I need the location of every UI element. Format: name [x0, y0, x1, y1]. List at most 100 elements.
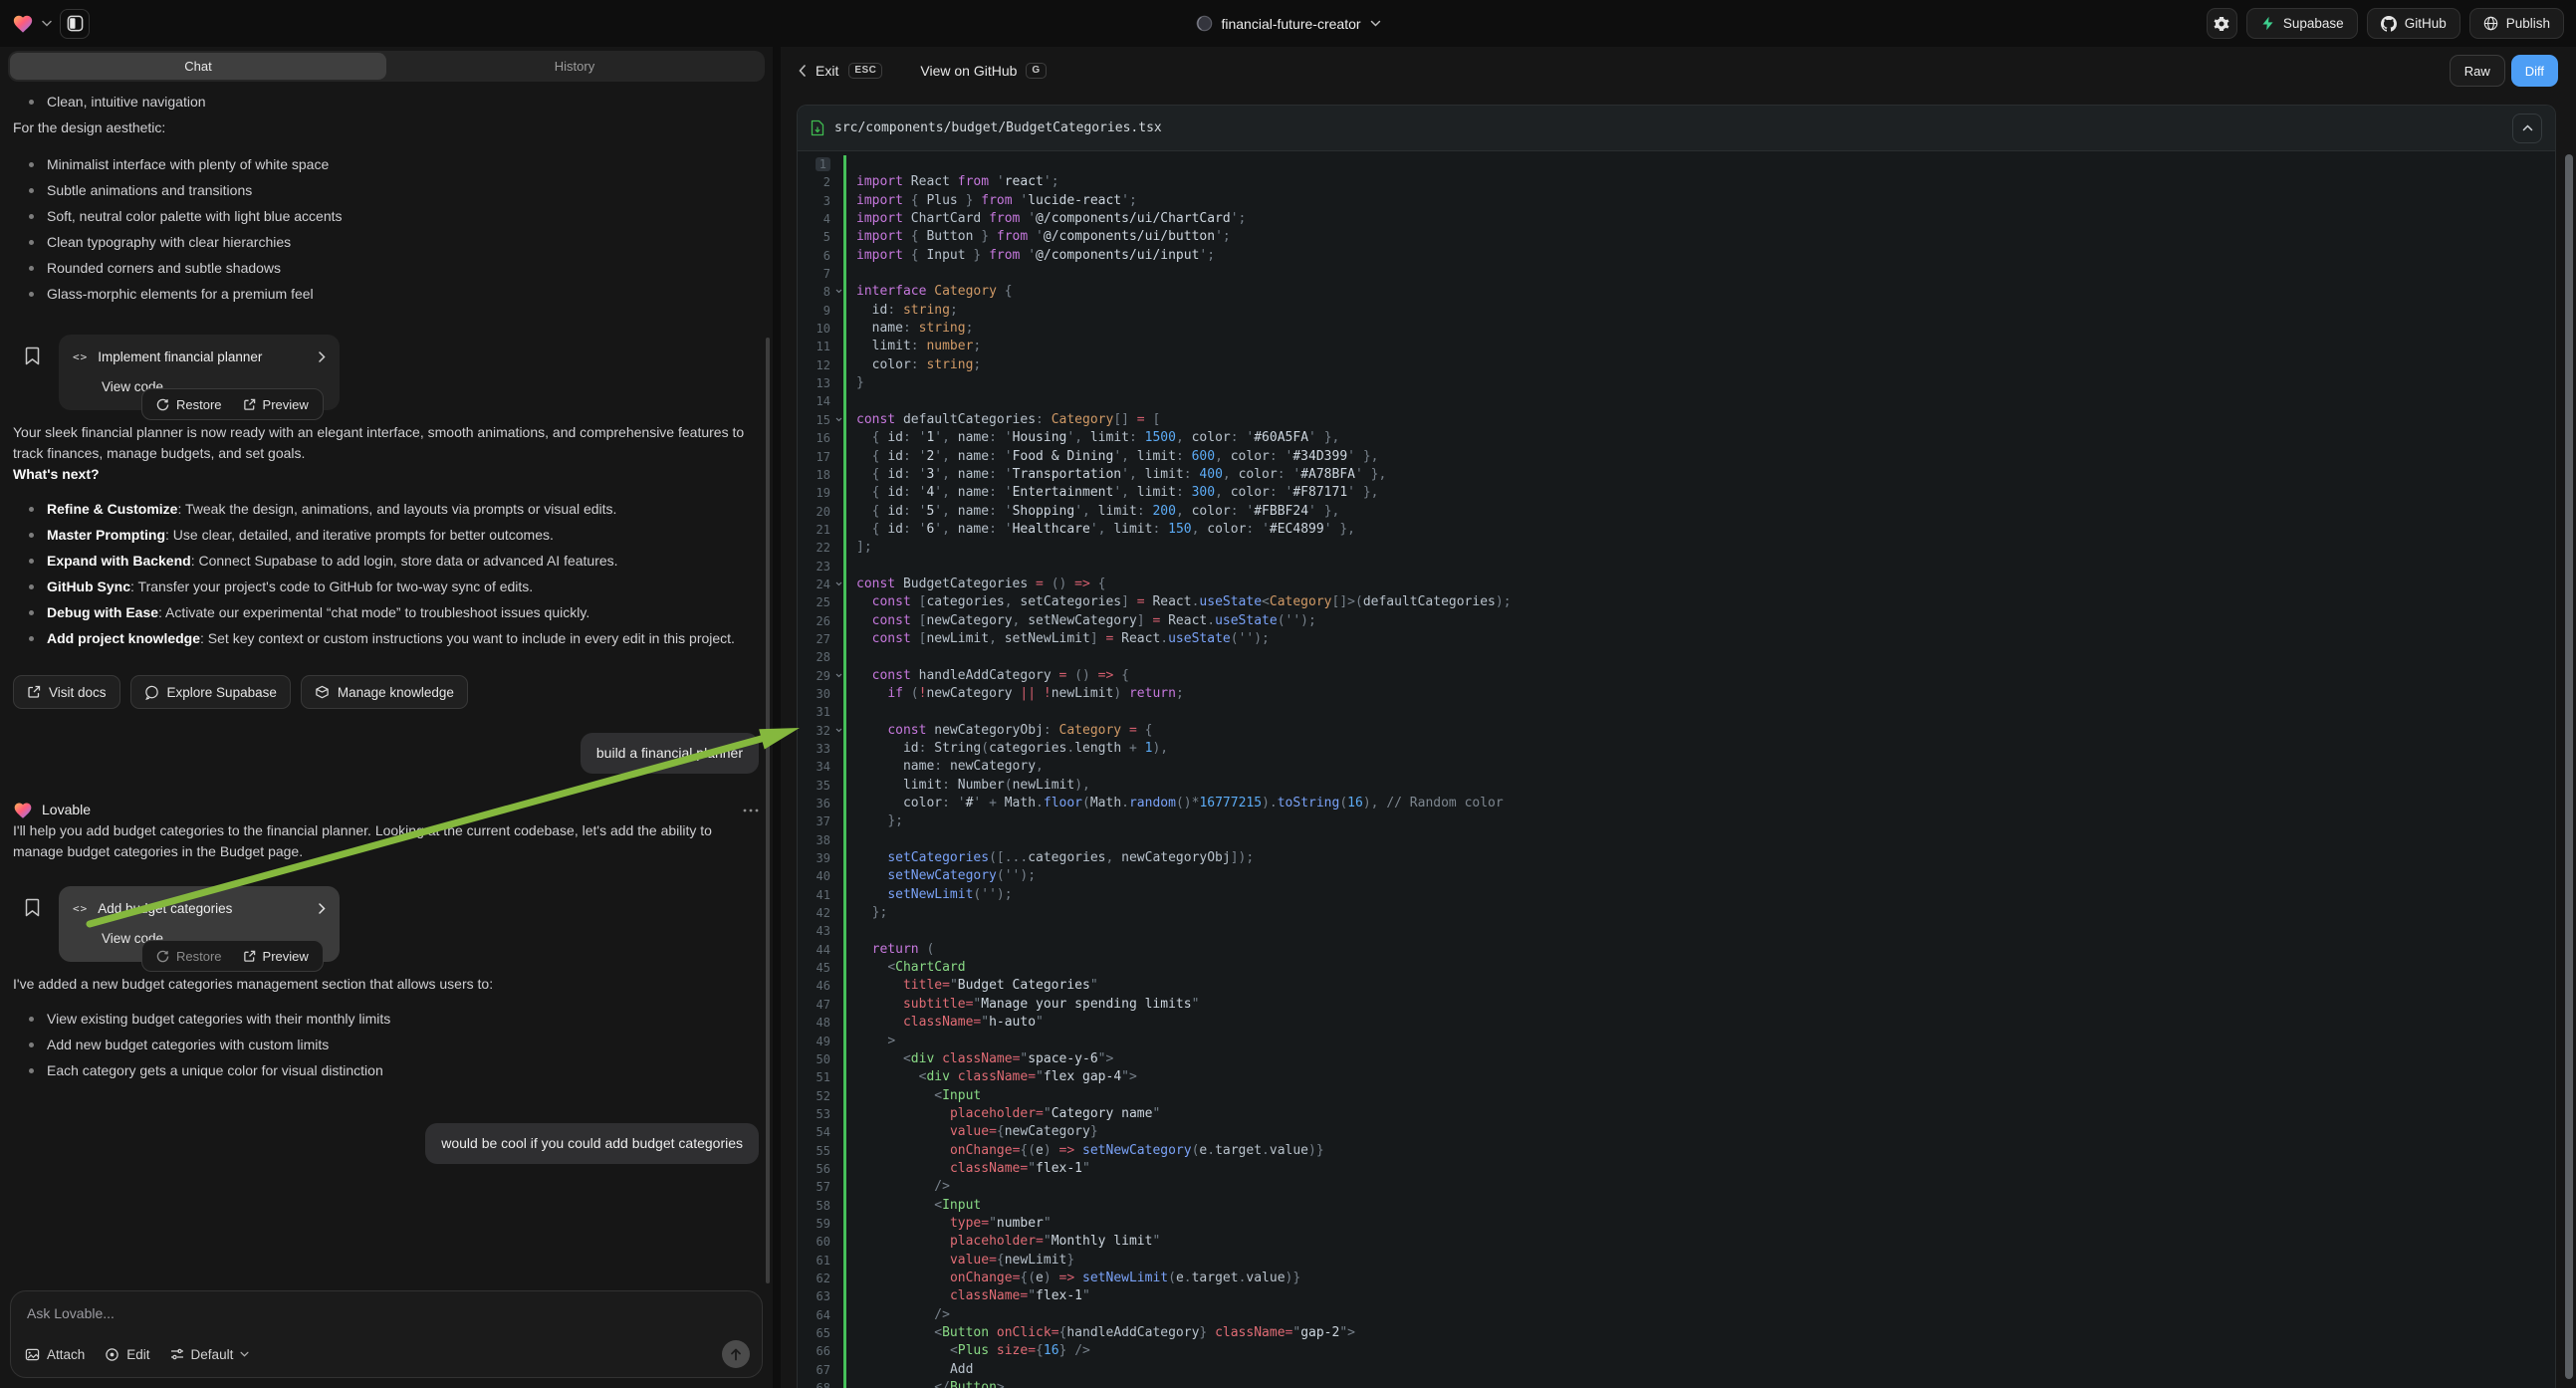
assistant-paragraph: I'll help you add budget categories to t…	[13, 820, 759, 862]
esc-shortcut-badge: ESC	[848, 63, 882, 79]
supabase-bolt-icon	[2260, 16, 2275, 31]
code-line: 27 const [newLimit, setNewLimit] = React…	[798, 630, 2555, 648]
diff-file-card: src/components/budget/BudgetCategories.t…	[797, 105, 2556, 1388]
code-panel-header: Exit ESC View on GitHub G Raw Diff	[781, 47, 2576, 95]
user-message: build a financial planner	[581, 733, 759, 774]
code-line: 49 >	[798, 1033, 2555, 1050]
sidebar-toggle-button[interactable]	[60, 9, 90, 39]
edit-button[interactable]: Edit	[105, 1347, 149, 1362]
github-button[interactable]: GitHub	[2367, 8, 2460, 39]
code-line: 2import React from 'react';	[798, 173, 2555, 191]
code-line: 52 <Input	[798, 1087, 2555, 1105]
list-item: Add project knowledge: Set key context o…	[13, 628, 759, 649]
assistant-name: Lovable	[42, 800, 91, 820]
code-line: 67 Add	[798, 1361, 2555, 1379]
code-line: 21 { id: '6', name: 'Healthcare', limit:…	[798, 521, 2555, 539]
sliders-icon	[170, 1347, 184, 1361]
next-steps-list: Refine & Customize: Tweak the design, an…	[13, 499, 759, 649]
explore-supabase-button[interactable]: Explore Supabase	[130, 675, 291, 709]
publish-button[interactable]: Publish	[2469, 8, 2564, 39]
gear-icon	[2214, 16, 2229, 32]
lovable-logo-icon[interactable]	[12, 13, 34, 35]
code-line: 46 title="Budget Categories"	[798, 977, 2555, 995]
bookmark-icon[interactable]	[25, 347, 40, 371]
code-icon: <>	[73, 898, 88, 919]
code-line: 18 { id: '3', name: 'Transportation', li…	[798, 466, 2555, 484]
exit-button[interactable]: Exit ESC	[799, 63, 882, 79]
code-line: 9 id: string;	[798, 302, 2555, 320]
github-icon	[2381, 16, 2397, 32]
code-line: 39 setCategories([...categories, newCate…	[798, 849, 2555, 867]
assistant-paragraph: I've added a new budget categories manag…	[13, 974, 759, 995]
code-line: 22];	[798, 539, 2555, 557]
code-line: 19 { id: '4', name: 'Entertainment', lim…	[798, 484, 2555, 502]
list-item: Glass-morphic elements for a premium fee…	[13, 284, 759, 305]
code-line: 41 setNewLimit('');	[798, 886, 2555, 904]
code-line: 30 if (!newCategory || !newLimit) return…	[798, 685, 2555, 703]
code-line: 43	[798, 922, 2555, 940]
user-message: would be cool if you could add budget ca…	[425, 1123, 759, 1164]
code-line: 4import ChartCard from '@/components/ui/…	[798, 210, 2555, 228]
topbar: financial-future-creator Supabase	[0, 0, 2576, 47]
code-line: 33 id: String(categories.length + 1),	[798, 740, 2555, 758]
code-line: 47 subtitle="Manage your spending limits…	[798, 996, 2555, 1014]
view-on-github-button[interactable]: View on GitHub G	[920, 63, 1046, 79]
chat-scroll-area[interactable]: Clean, intuitive navigation For the desi…	[0, 82, 773, 1282]
chevron-down-icon	[1370, 20, 1381, 27]
send-button[interactable]	[722, 1340, 750, 1368]
code-line: 65 <Button onClick={handleAddCategory} c…	[798, 1324, 2555, 1342]
more-options-icon[interactable]	[743, 809, 759, 812]
restore-button[interactable]: Restore	[147, 946, 231, 967]
diff-toggle-button[interactable]: Diff	[2511, 55, 2558, 87]
code-line: 66 <Plus size={16} />	[798, 1342, 2555, 1360]
bookmark-icon[interactable]	[25, 898, 40, 923]
visit-docs-button[interactable]: Visit docs	[13, 675, 120, 709]
raw-toggle-button[interactable]: Raw	[2450, 55, 2505, 87]
external-link-icon	[243, 398, 256, 411]
tab-chat[interactable]: Chat	[10, 53, 386, 80]
quick-actions-row: Visit docs Explore Supabase Manage knowl…	[13, 675, 759, 709]
preview-button[interactable]: Preview	[234, 946, 318, 967]
code-line: 14	[798, 392, 2555, 410]
restore-button[interactable]: Restore	[147, 394, 231, 415]
mode-selector[interactable]: Default	[170, 1347, 250, 1362]
attach-button[interactable]: Attach	[25, 1347, 85, 1362]
code-line: 38	[798, 831, 2555, 849]
preview-button[interactable]: Preview	[234, 394, 318, 415]
chevron-down-icon[interactable]	[42, 20, 52, 27]
code-line: 28	[798, 648, 2555, 666]
composer-input[interactable]: Ask Lovable...	[27, 1305, 746, 1321]
code-line: 17 { id: '2', name: 'Food & Dining', lim…	[798, 448, 2555, 466]
code-line: 61 value={newLimit}	[798, 1252, 2555, 1270]
project-switcher[interactable]: financial-future-creator	[1195, 0, 1380, 47]
code-line: 26 const [newCategory, setNewCategory] =…	[798, 612, 2555, 630]
design-bullet-list: Minimalist interface with plenty of whit…	[13, 154, 759, 305]
code-line: 6import { Input } from '@/components/ui/…	[798, 247, 2555, 265]
collapse-file-button[interactable]	[2512, 114, 2542, 143]
version-card-wrap: <> Implement financial planner View code	[13, 335, 759, 422]
arrow-up-icon	[730, 1348, 742, 1361]
supabase-button[interactable]: Supabase	[2246, 8, 2358, 39]
code-lines[interactable]: 12import React from 'react';3import { Pl…	[798, 151, 2555, 1388]
version-card-title: Implement financial planner	[98, 347, 262, 367]
list-item: Clean typography with clear hierarchies	[13, 232, 759, 253]
code-scrollbar[interactable]	[2565, 154, 2573, 1379]
code-line: 51 <div className="flex gap-4">	[798, 1068, 2555, 1086]
chat-composer[interactable]: Ask Lovable... Attach Edit	[10, 1290, 763, 1378]
file-header[interactable]: src/components/budget/BudgetCategories.t…	[798, 106, 2555, 151]
settings-button[interactable]	[2207, 8, 2237, 39]
tab-history[interactable]: History	[386, 53, 763, 80]
code-line: 16 { id: '1', name: 'Housing', limit: 15…	[798, 429, 2555, 447]
code-line: 55 onChange={(e) => setNewCategory(e.tar…	[798, 1142, 2555, 1160]
code-line: 62 onChange={(e) => setNewLimit(e.target…	[798, 1270, 2555, 1287]
code-line: 42 };	[798, 904, 2555, 922]
list-item: Clean, intuitive navigation	[13, 92, 759, 113]
code-line: 37 };	[798, 812, 2555, 830]
chat-scrollbar[interactable]	[766, 338, 770, 1283]
file-added-icon	[811, 119, 824, 136]
code-line: 23	[798, 558, 2555, 576]
image-icon	[25, 1347, 40, 1362]
chevron-right-icon	[319, 903, 326, 914]
manage-knowledge-button[interactable]: Manage knowledge	[301, 675, 468, 709]
external-link-icon	[27, 685, 41, 699]
